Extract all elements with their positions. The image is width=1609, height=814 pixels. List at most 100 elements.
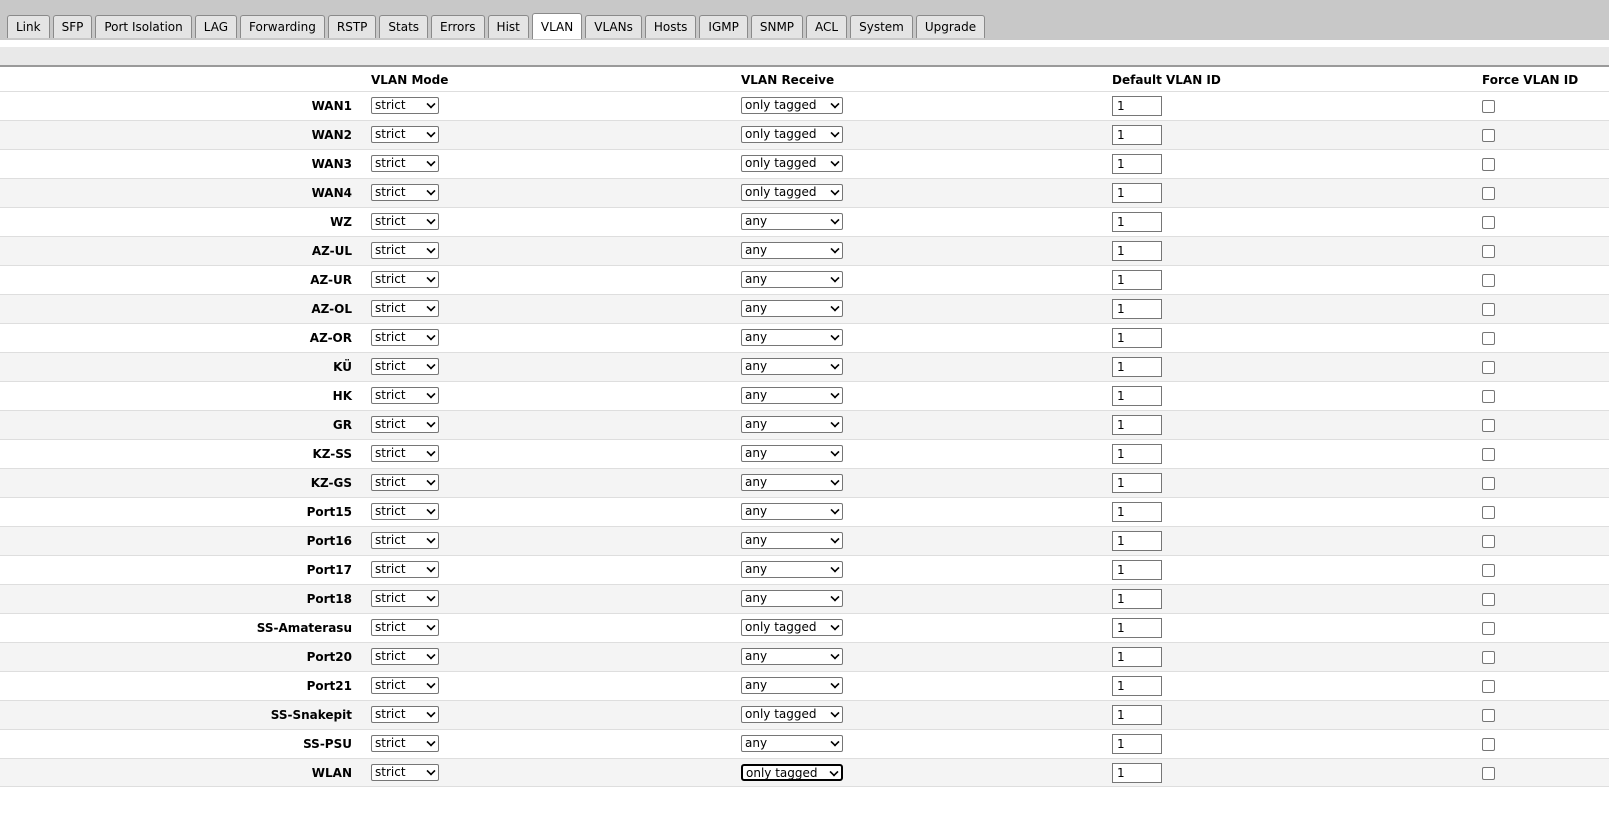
vlan-receive-select[interactable]: any [741, 532, 843, 549]
vlan-mode-select[interactable]: strict [371, 242, 439, 259]
tab-rstp[interactable]: RSTP [327, 15, 377, 38]
tab-forwarding[interactable]: Forwarding [240, 15, 325, 38]
force-vlan-id-checkbox[interactable] [1482, 419, 1495, 432]
vlan-receive-select[interactable]: any [741, 242, 843, 259]
default-vlan-id-input[interactable]: 1 [1112, 560, 1162, 580]
vlan-mode-select[interactable]: strict [371, 213, 439, 230]
force-vlan-id-checkbox[interactable] [1482, 332, 1495, 345]
vlan-receive-select[interactable]: any [741, 271, 843, 288]
default-vlan-id-input[interactable]: 1 [1112, 763, 1162, 783]
force-vlan-id-checkbox[interactable] [1482, 651, 1495, 664]
default-vlan-id-input[interactable]: 1 [1112, 241, 1162, 261]
force-vlan-id-checkbox[interactable] [1482, 274, 1495, 287]
vlan-mode-select[interactable]: strict [371, 358, 439, 375]
default-vlan-id-input[interactable]: 1 [1112, 183, 1162, 203]
vlan-receive-select[interactable]: any [741, 648, 843, 665]
default-vlan-id-input[interactable]: 1 [1112, 386, 1162, 406]
default-vlan-id-input[interactable]: 1 [1112, 676, 1162, 696]
force-vlan-id-checkbox[interactable] [1482, 129, 1495, 142]
force-vlan-id-checkbox[interactable] [1482, 158, 1495, 171]
vlan-mode-select[interactable]: strict [371, 474, 439, 491]
tab-port-isolation[interactable]: Port Isolation [95, 15, 192, 38]
default-vlan-id-input[interactable]: 1 [1112, 444, 1162, 464]
force-vlan-id-checkbox[interactable] [1482, 709, 1495, 722]
force-vlan-id-checkbox[interactable] [1482, 767, 1495, 780]
vlan-receive-select[interactable]: only tagged [741, 619, 843, 636]
vlan-receive-select[interactable]: any [741, 300, 843, 317]
force-vlan-id-checkbox[interactable] [1482, 680, 1495, 693]
vlan-mode-select[interactable]: strict [371, 97, 439, 114]
vlan-receive-select[interactable]: only tagged [741, 184, 843, 201]
default-vlan-id-input[interactable]: 1 [1112, 647, 1162, 667]
force-vlan-id-checkbox[interactable] [1482, 390, 1495, 403]
force-vlan-id-checkbox[interactable] [1482, 100, 1495, 113]
vlan-receive-select[interactable]: any [741, 590, 843, 607]
vlan-mode-select[interactable]: strict [371, 532, 439, 549]
force-vlan-id-checkbox[interactable] [1482, 622, 1495, 635]
vlan-mode-select[interactable]: strict [371, 300, 439, 317]
tab-hist[interactable]: Hist [487, 15, 529, 38]
tab-snmp[interactable]: SNMP [750, 15, 804, 38]
default-vlan-id-input[interactable]: 1 [1112, 270, 1162, 290]
vlan-mode-select[interactable]: strict [371, 184, 439, 201]
vlan-receive-select[interactable]: any [741, 677, 843, 694]
default-vlan-id-input[interactable]: 1 [1112, 734, 1162, 754]
default-vlan-id-input[interactable]: 1 [1112, 589, 1162, 609]
vlan-mode-select[interactable]: strict [371, 155, 439, 172]
tab-hosts[interactable]: Hosts [644, 15, 697, 38]
default-vlan-id-input[interactable]: 1 [1112, 618, 1162, 638]
vlan-receive-select[interactable]: any [741, 474, 843, 491]
vlan-receive-select[interactable]: any [741, 387, 843, 404]
tab-upgrade[interactable]: Upgrade [915, 15, 986, 38]
vlan-mode-select[interactable]: strict [371, 416, 439, 433]
vlan-receive-select[interactable]: any [741, 561, 843, 578]
force-vlan-id-checkbox[interactable] [1482, 564, 1495, 577]
default-vlan-id-input[interactable]: 1 [1112, 473, 1162, 493]
tab-igmp[interactable]: IGMP [699, 15, 748, 38]
force-vlan-id-checkbox[interactable] [1482, 593, 1495, 606]
vlan-mode-select[interactable]: strict [371, 561, 439, 578]
vlan-mode-select[interactable]: strict [371, 677, 439, 694]
vlan-receive-select[interactable]: any [741, 213, 843, 230]
tab-stats[interactable]: Stats [379, 15, 429, 38]
default-vlan-id-input[interactable]: 1 [1112, 299, 1162, 319]
force-vlan-id-checkbox[interactable] [1482, 506, 1495, 519]
default-vlan-id-input[interactable]: 1 [1112, 125, 1162, 145]
vlan-receive-select[interactable]: any [741, 416, 843, 433]
vlan-mode-select[interactable]: strict [371, 648, 439, 665]
vlan-receive-select[interactable]: only tagged [741, 97, 843, 114]
vlan-mode-select[interactable]: strict [371, 329, 439, 346]
vlan-mode-select[interactable]: strict [371, 503, 439, 520]
vlan-mode-select[interactable]: strict [371, 590, 439, 607]
vlan-receive-select[interactable]: only tagged [741, 126, 843, 143]
default-vlan-id-input[interactable]: 1 [1112, 502, 1162, 522]
vlan-mode-select[interactable]: strict [371, 445, 439, 462]
force-vlan-id-checkbox[interactable] [1482, 535, 1495, 548]
force-vlan-id-checkbox[interactable] [1482, 738, 1495, 751]
vlan-mode-select[interactable]: strict [371, 764, 439, 781]
vlan-receive-select[interactable]: any [741, 329, 843, 346]
default-vlan-id-input[interactable]: 1 [1112, 357, 1162, 377]
tab-acl[interactable]: ACL [806, 15, 848, 38]
vlan-receive-select[interactable]: any [741, 358, 843, 375]
default-vlan-id-input[interactable]: 1 [1112, 328, 1162, 348]
vlan-receive-select[interactable]: only tagged [741, 706, 843, 723]
vlan-mode-select[interactable]: strict [371, 126, 439, 143]
vlan-receive-select[interactable]: only tagged [741, 155, 843, 172]
default-vlan-id-input[interactable]: 1 [1112, 154, 1162, 174]
default-vlan-id-input[interactable]: 1 [1112, 531, 1162, 551]
tab-vlan[interactable]: VLAN [531, 13, 583, 39]
vlan-mode-select[interactable]: strict [371, 706, 439, 723]
tab-vlans[interactable]: VLANs [585, 15, 642, 38]
vlan-mode-select[interactable]: strict [371, 387, 439, 404]
tab-errors[interactable]: Errors [431, 15, 485, 38]
vlan-mode-select[interactable]: strict [371, 271, 439, 288]
vlan-receive-select[interactable]: only tagged [741, 764, 843, 781]
vlan-receive-select[interactable]: any [741, 503, 843, 520]
force-vlan-id-checkbox[interactable] [1482, 448, 1495, 461]
tab-lag[interactable]: LAG [194, 15, 238, 38]
tab-sfp[interactable]: SFP [52, 15, 93, 38]
vlan-receive-select[interactable]: any [741, 735, 843, 752]
force-vlan-id-checkbox[interactable] [1482, 477, 1495, 490]
default-vlan-id-input[interactable]: 1 [1112, 212, 1162, 232]
